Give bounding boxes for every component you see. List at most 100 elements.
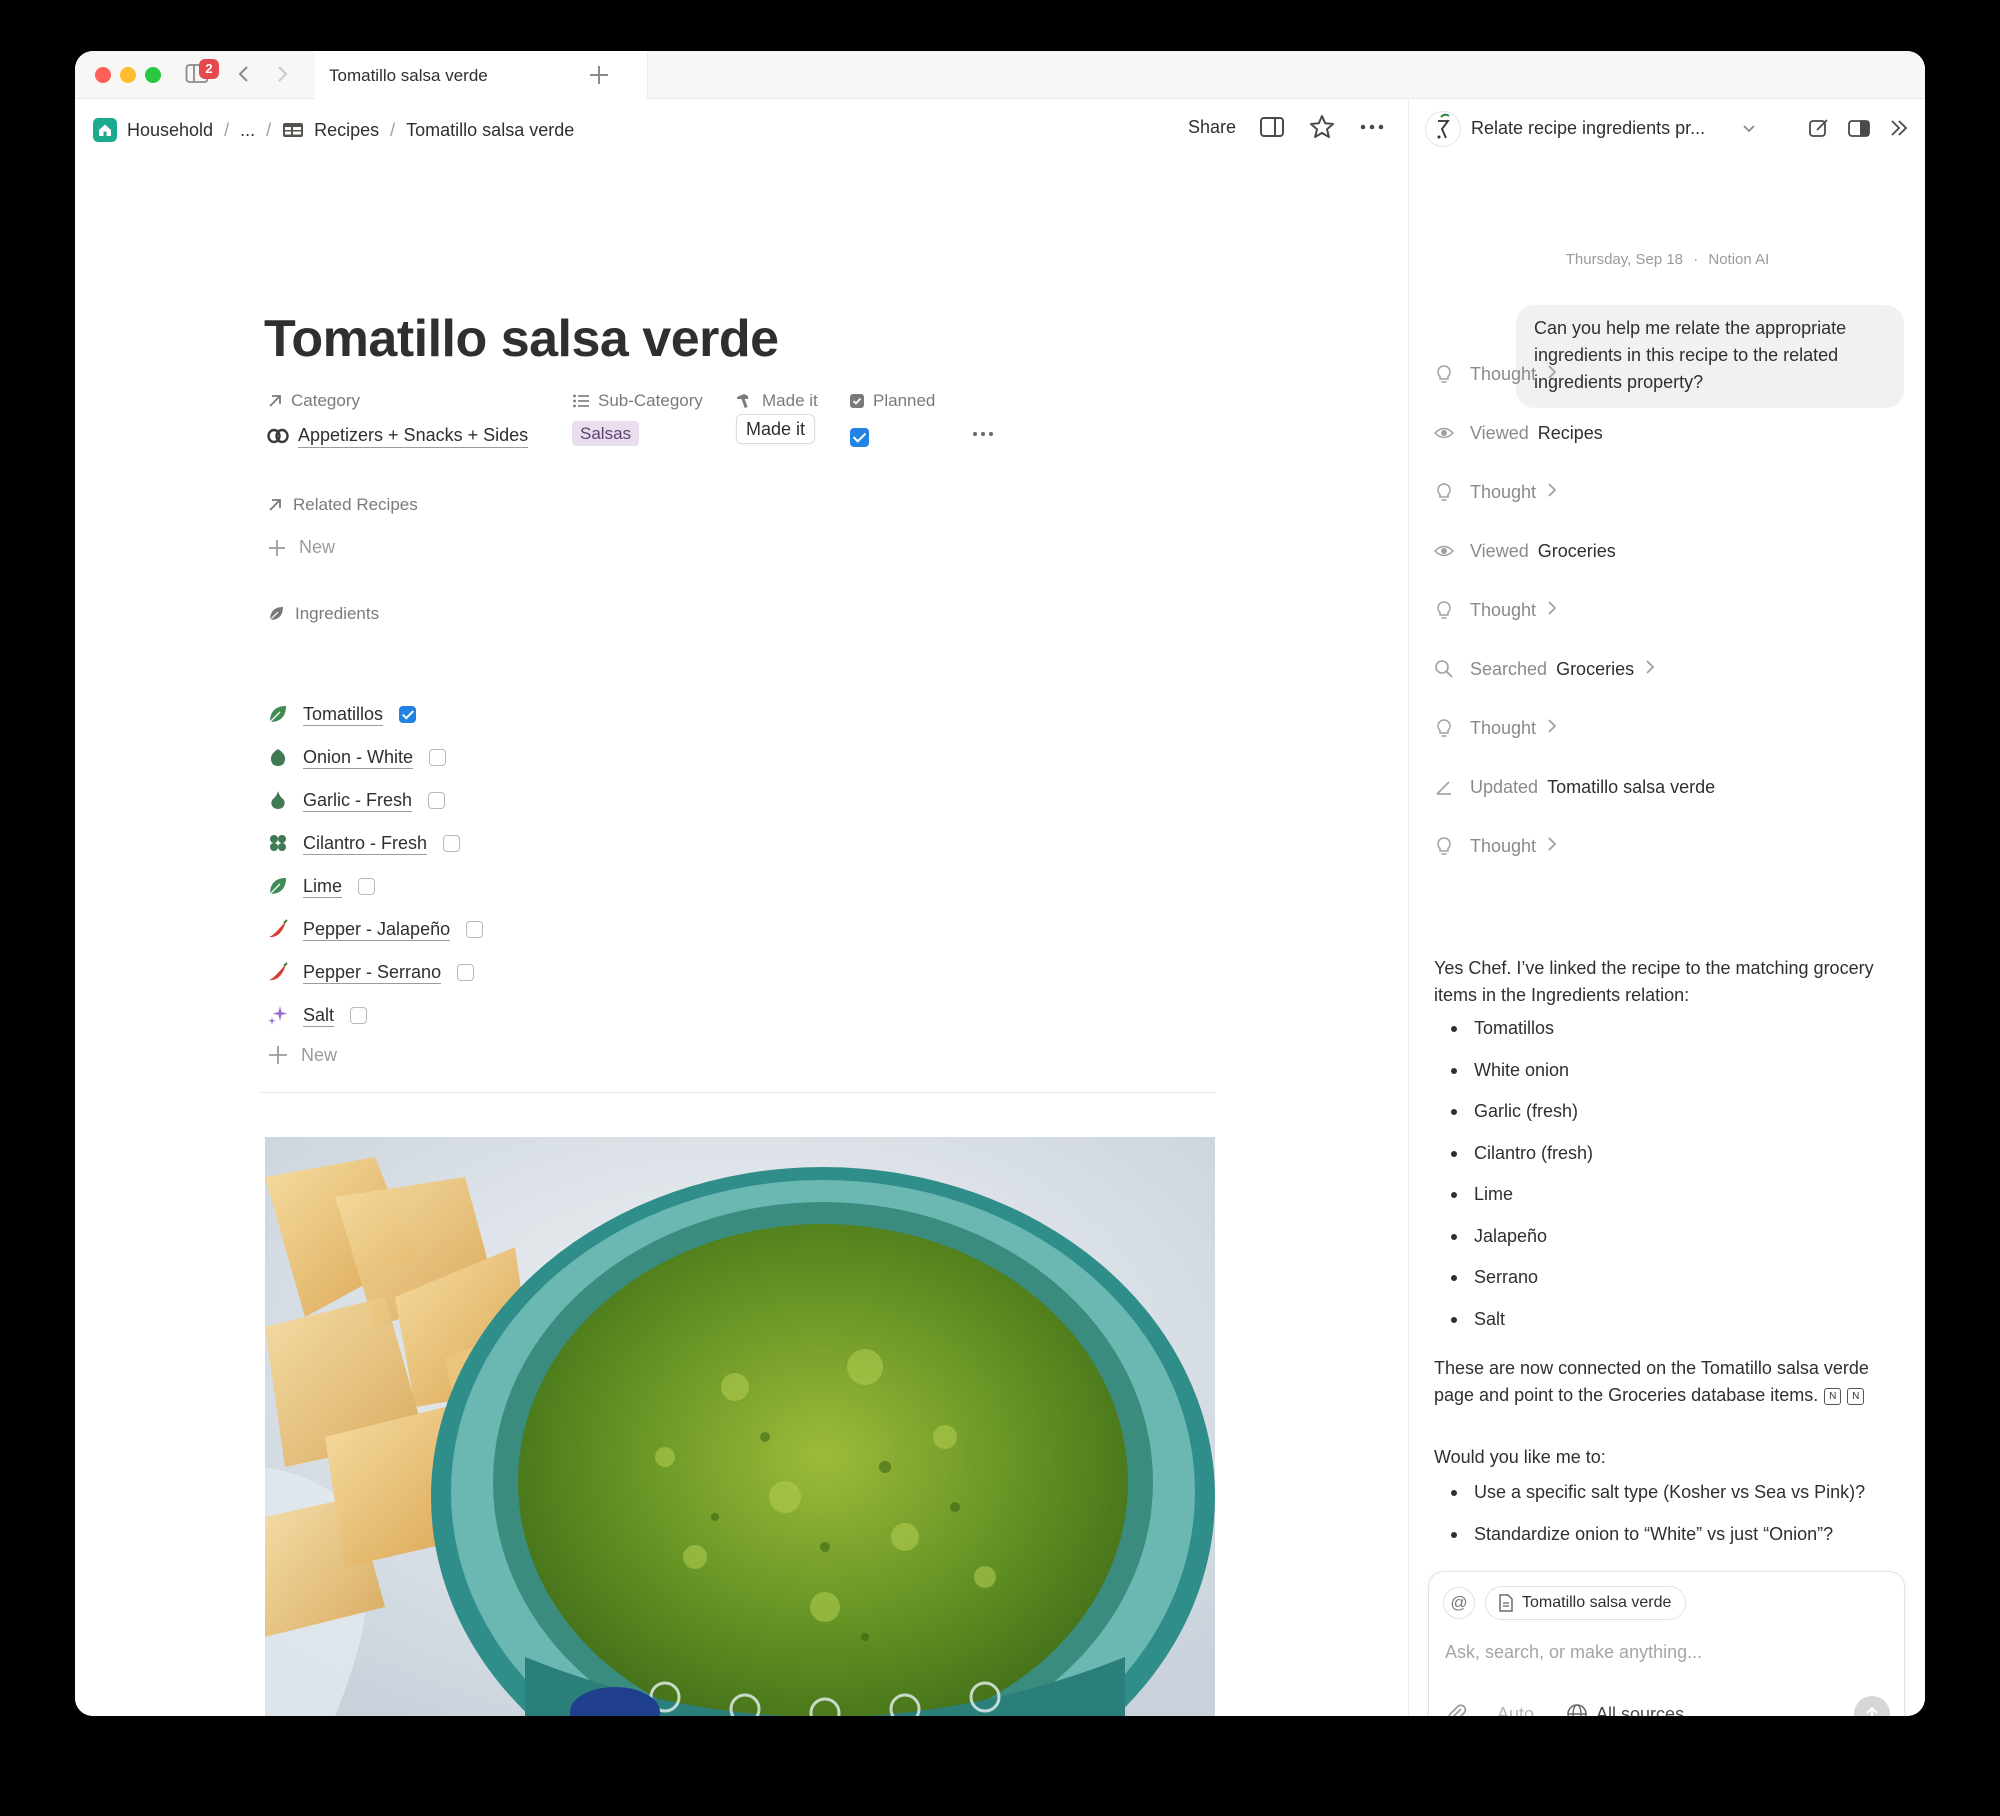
made-it-value[interactable]: Made it — [736, 414, 816, 444]
page-area: Household / ... / Recipes / Tomatillo sa… — [75, 99, 1406, 1716]
side-peek-icon[interactable] — [1258, 113, 1286, 141]
share-button[interactable]: Share — [1188, 117, 1236, 138]
properties-more-icon[interactable] — [971, 424, 995, 449]
ingredient-checkbox[interactable] — [466, 920, 484, 938]
breadcrumb-page[interactable]: Tomatillo salsa verde — [406, 120, 574, 141]
ingredients-new-button[interactable]: New — [267, 1044, 337, 1066]
ingredient-name[interactable]: Garlic - Fresh — [303, 789, 413, 812]
chevron-right-icon[interactable] — [1546, 718, 1558, 739]
ai-step-verb: Thought — [1470, 717, 1537, 738]
context-page-chip[interactable]: Tomatillo salsa verde — [1485, 1586, 1687, 1620]
mention-button[interactable]: @ — [1443, 1587, 1475, 1619]
ingredient-checkbox[interactable] — [443, 834, 461, 852]
ingredient-checkbox[interactable] — [428, 791, 446, 809]
close-window-button[interactable] — [95, 67, 111, 83]
minimize-window-button[interactable] — [120, 67, 136, 83]
more-options-icon[interactable] — [1358, 113, 1386, 141]
ingredient-name[interactable]: Cilantro - Fresh — [303, 832, 428, 855]
breadcrumb-ellipsis[interactable]: ... — [240, 120, 255, 141]
ingredient-row[interactable]: Pepper - Serrano — [267, 957, 475, 987]
ai-step[interactable]: Thought — [1434, 713, 1558, 743]
subcategory-value[interactable]: Salsas — [572, 421, 640, 446]
notion-page-ref-icon[interactable]: N — [1847, 1387, 1865, 1405]
attach-paperclip-icon[interactable] — [1445, 1702, 1469, 1716]
ingredient-row[interactable]: Garlic - Fresh — [267, 785, 446, 815]
ingredient-checkbox[interactable] — [429, 748, 447, 766]
chili-icon — [267, 918, 289, 940]
planned-checkbox-cell[interactable] — [850, 426, 869, 447]
chevron-right-icon[interactable] — [1546, 836, 1558, 857]
ai-step[interactable]: Thought — [1434, 831, 1558, 861]
ingredient-name[interactable]: Lime — [303, 875, 343, 898]
ingredient-row[interactable]: Salt — [267, 1000, 368, 1030]
panel-layout-icon[interactable] — [1846, 115, 1872, 146]
ai-step-object[interactable]: Tomatillo salsa verde — [1547, 777, 1715, 798]
ingredient-checkbox[interactable] — [399, 705, 417, 723]
sources-selector[interactable]: All sources — [1596, 1704, 1684, 1717]
pencil-icon — [1434, 777, 1454, 797]
back-arrow-icon[interactable] — [233, 63, 255, 85]
chevron-right-icon[interactable] — [1644, 659, 1656, 680]
category-link[interactable]: Appetizers + Snacks + Sides — [298, 425, 529, 448]
forward-arrow-icon[interactable] — [271, 63, 293, 85]
page-title[interactable]: Tomatillo salsa verde — [264, 309, 779, 369]
ai-step-verb: Updated — [1470, 776, 1539, 797]
eye-icon — [1434, 423, 1454, 443]
related-recipes-label[interactable]: Related Recipes — [267, 495, 418, 515]
ai-step-object[interactable]: Recipes — [1538, 423, 1603, 444]
ingredient-row[interactable]: Onion - White — [267, 742, 447, 772]
ingredient-row[interactable]: Tomatillos — [267, 699, 417, 729]
ai-step[interactable]: Thought — [1434, 359, 1558, 389]
ai-step-verb: Thought — [1470, 481, 1537, 502]
ingredient-name[interactable]: Pepper - Serrano — [303, 961, 442, 984]
made-it-label-text: Made it — [762, 391, 818, 410]
notion-page-ref-icon[interactable]: N — [1824, 1387, 1842, 1405]
ingredient-name[interactable]: Tomatillos — [303, 703, 384, 726]
ingredient-name[interactable]: Onion - White — [303, 746, 414, 769]
ingredient-row[interactable]: Pepper - Jalapeño — [267, 914, 484, 944]
breadcrumb: Household / ... / Recipes / Tomatillo sa… — [93, 115, 574, 145]
ingredient-row[interactable]: Cilantro - Fresh — [267, 828, 461, 858]
ai-step[interactable]: Thought — [1434, 477, 1558, 507]
breadcrumb-workspace[interactable]: Household — [127, 120, 213, 141]
planned-property-label[interactable]: Planned — [849, 391, 935, 411]
ingredient-row[interactable]: Lime — [267, 871, 376, 901]
chili-icon — [267, 961, 289, 983]
ai-step[interactable]: Searched Groceries — [1434, 654, 1656, 684]
subcategory-tag[interactable]: Salsas — [572, 421, 640, 446]
ingredient-name[interactable]: Salt — [303, 1004, 335, 1027]
new-tab-plus-icon[interactable] — [587, 63, 611, 87]
lightbulb-icon — [1434, 482, 1454, 502]
star-icon[interactable] — [1308, 113, 1336, 141]
ai-step-object[interactable]: Groceries — [1538, 541, 1616, 562]
hammer-icon — [737, 394, 748, 409]
ai-step-object[interactable]: Groceries — [1556, 659, 1634, 680]
made-it-chip[interactable]: Made it — [736, 414, 816, 444]
lightbulb-icon — [1434, 364, 1454, 384]
ai-step[interactable]: Thought — [1434, 595, 1558, 625]
ingredient-name[interactable]: Pepper - Jalapeño — [303, 918, 451, 941]
chevron-right-icon[interactable] — [1546, 364, 1558, 385]
category-property-label[interactable]: Category — [267, 391, 360, 411]
ai-prompt-input[interactable]: Ask, search, or make anything... — [1445, 1642, 1702, 1663]
breadcrumb-separator: / — [224, 119, 230, 140]
subcategory-property-label[interactable]: Sub-Category — [572, 391, 703, 411]
related-recipes-new-button[interactable]: New — [267, 537, 335, 558]
maximize-window-button[interactable] — [145, 67, 161, 83]
ingredient-checkbox[interactable] — [358, 877, 376, 895]
planned-checkbox[interactable] — [850, 427, 869, 447]
mode-selector[interactable]: Auto — [1497, 1704, 1534, 1717]
thread-dropdown-chevron-icon[interactable] — [1741, 121, 1757, 142]
ingredient-checkbox[interactable] — [457, 963, 475, 981]
made-it-property-label[interactable]: Made it — [736, 391, 818, 411]
ai-thread-title[interactable]: Relate recipe ingredients pr... — [1471, 118, 1705, 139]
chevron-right-icon[interactable] — [1546, 600, 1558, 621]
ingredients-label[interactable]: Ingredients — [267, 604, 379, 624]
category-value[interactable]: Appetizers + Snacks + Sides — [267, 425, 529, 448]
chevron-right-icon[interactable] — [1546, 482, 1558, 503]
pretzel-icon — [267, 428, 289, 443]
collapse-panel-icon[interactable] — [1886, 115, 1912, 146]
breadcrumb-database[interactable]: Recipes — [314, 120, 379, 141]
ingredient-checkbox[interactable] — [350, 1006, 368, 1024]
new-chat-icon[interactable] — [1806, 115, 1832, 146]
